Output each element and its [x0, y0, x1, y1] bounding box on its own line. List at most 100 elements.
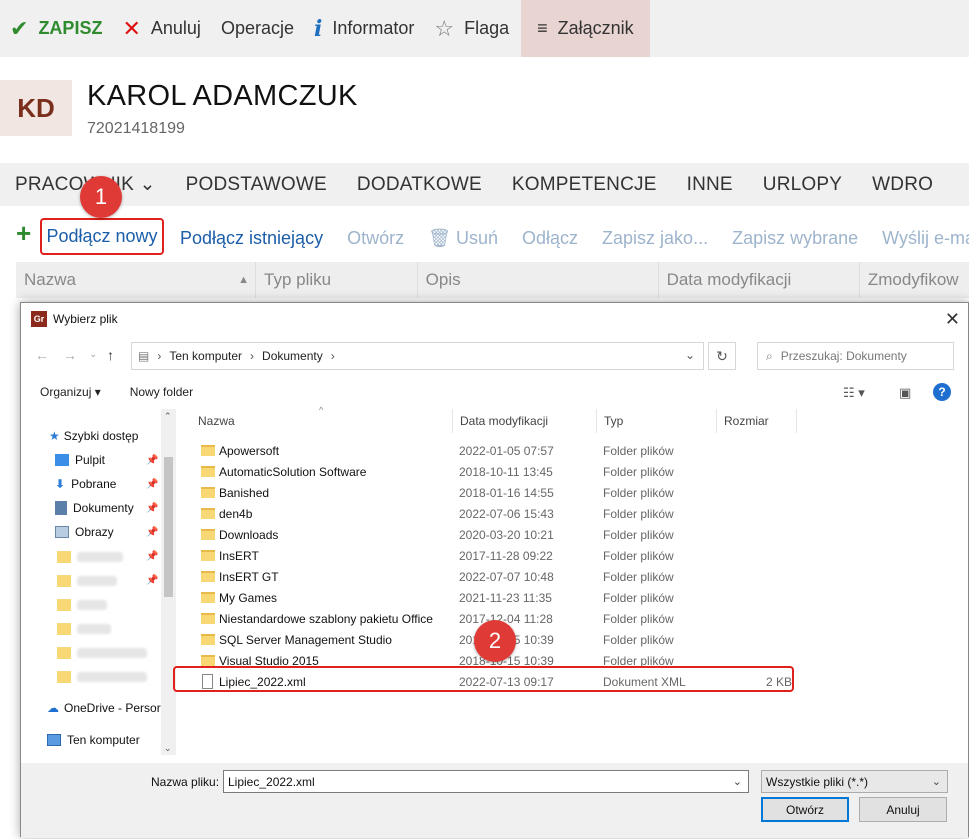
chevron-down-icon: ⌄ [139, 174, 156, 195]
file-type: Folder plików [603, 632, 674, 647]
pin-icon: 📌 [146, 503, 159, 514]
file-row[interactable]: AutomaticSolution Software 2018-10-11 13:… [191, 461, 791, 482]
nav-item-folder[interactable] [57, 575, 117, 587]
nav-item-pictures[interactable]: Obrazy [55, 525, 114, 539]
col-header-date[interactable]: Data modyfikacji [453, 409, 597, 433]
folder-icon [201, 613, 215, 624]
file-row[interactable]: My Games 2021-11-23 11:35 Folder plików [191, 587, 791, 608]
command-bar: Organizuj ▾ Nowy folder ☷ ▾ ▣ ? [21, 377, 968, 407]
tab-kompetencje[interactable]: KOMPETENCJE [497, 174, 672, 196]
search-input[interactable]: ⌕ Przeszukaj: Dokumenty [757, 342, 954, 370]
col-header-type[interactable]: Typ [597, 409, 717, 433]
nav-item-folder[interactable] [57, 623, 111, 635]
chevron-down-icon[interactable]: ⌄ [733, 775, 742, 788]
address-bar[interactable]: ▤ › Ten komputer › Dokumenty › ⌄ [131, 342, 704, 370]
attachment-button[interactable]: ≡ Załącznik [521, 0, 650, 57]
nav-item-folder[interactable] [57, 647, 147, 659]
cancel-dialog-button[interactable]: Anuluj [859, 797, 947, 822]
col-header-size[interactable]: Rozmiar [717, 409, 797, 433]
pin-icon: 📌 [146, 455, 159, 466]
col-description[interactable]: Opis [418, 262, 659, 298]
nav-item-downloads[interactable]: ⬇ Pobrane [55, 477, 116, 491]
file-row[interactable]: InsERT GT 2022-07-07 10:48 Folder plików [191, 566, 791, 587]
scroll-down-icon[interactable]: ⌄ [164, 743, 172, 754]
tab-dodatkowe[interactable]: DODATKOWE [342, 174, 497, 196]
chevron-down-icon[interactable]: ⌄ [685, 348, 695, 362]
checkmark-icon: ✔ [10, 15, 29, 41]
col-name[interactable]: Nazwa ▲ [16, 262, 256, 298]
cancel-button[interactable]: ✕ Anuluj [112, 0, 210, 57]
file-list: ^ Nazwa Data modyfikacji Typ Rozmiar Apo… [191, 405, 968, 798]
file-row[interactable]: den4b 2022-07-06 15:43 Folder plików [191, 503, 791, 524]
nav-onedrive[interactable]: ☁ OneDrive - Persor [47, 701, 161, 715]
file-name: InsERT GT [219, 569, 279, 584]
save-button[interactable]: ✔ ZAPISZ [0, 0, 112, 57]
folder-icon [201, 466, 215, 477]
file-row[interactable]: Banished 2018-01-16 14:55 Folder plików [191, 482, 791, 503]
chevron-down-icon[interactable]: ⌄ [89, 349, 97, 360]
flag-button[interactable]: ☆ Flaga [424, 0, 519, 57]
save-selected-button[interactable]: Zapisz wybrane [720, 228, 870, 249]
col-header-name[interactable]: Nazwa [191, 409, 453, 433]
scroll-up-icon[interactable]: ⌃ [164, 411, 172, 422]
col-modified-date[interactable]: Data modyfikacji [659, 262, 860, 298]
open-button[interactable]: Otwórz [335, 228, 416, 249]
nav-label: OneDrive - Persor [64, 701, 161, 715]
file-type-select[interactable]: Wszystkie pliki (*.*) ⌄ [761, 770, 948, 793]
open-file-button[interactable]: Otwórz [761, 797, 849, 822]
operations-button[interactable]: Operacje [211, 0, 304, 57]
up-arrow-icon[interactable]: ↑ [107, 347, 114, 363]
tab-inne[interactable]: INNE [672, 174, 748, 196]
path-this-pc[interactable]: Ten komputer [169, 349, 242, 363]
nav-this-pc[interactable]: Ten komputer [47, 733, 140, 747]
file-row[interactable]: Downloads 2020-03-20 10:21 Folder plików [191, 524, 791, 545]
file-row[interactable]: Apowersoft 2022-01-05 07:57 Folder plików [191, 440, 791, 461]
file-type: Folder plików [603, 485, 674, 500]
nav-quick-access[interactable]: ★ Szybki dostęp [49, 429, 138, 443]
file-name: SQL Server Management Studio [219, 632, 392, 647]
tab-wdro[interactable]: WDRO [857, 174, 948, 196]
tab-podstawowe[interactable]: PODSTAWOWE [171, 174, 342, 196]
attachment-label: Załącznik [557, 18, 634, 38]
file-name: Apowersoft [219, 443, 280, 458]
new-folder-button[interactable]: Nowy folder [120, 385, 203, 399]
nav-label: Obrazy [75, 525, 114, 539]
file-row[interactable]: InsERT 2017-11-28 09:22 Folder plików [191, 545, 791, 566]
filename-input[interactable]: Lipiec_2022.xml ⌄ [223, 770, 749, 793]
close-icon[interactable]: ✕ [945, 309, 960, 330]
refresh-button[interactable]: ↻ [708, 342, 736, 370]
cloud-icon: ☁ [47, 701, 59, 715]
send-email-button[interactable]: Wyślij e-maile [870, 228, 969, 249]
detach-button[interactable]: Odłącz [510, 228, 590, 249]
folder-small-icon: ▤ [138, 349, 150, 363]
path-documents[interactable]: Dokumenty [262, 349, 323, 363]
col-modified-by[interactable]: Zmodyfikow [860, 262, 969, 298]
save-as-button[interactable]: Zapisz jako... [590, 228, 720, 249]
attach-existing-button[interactable]: Podłącz istniejący [168, 228, 335, 249]
file-date: 2022-07-06 15:43 [459, 506, 554, 521]
filename-value: Lipiec_2022.xml [228, 774, 315, 789]
info-button[interactable]: i Informator [304, 0, 424, 57]
view-options-icon[interactable]: ☷ ▾ [843, 385, 865, 401]
file-type: Folder plików [603, 464, 674, 479]
forward-arrow-icon[interactable]: → [63, 347, 77, 363]
tab-bar: PRACOWNIK ⌄ PODSTAWOWE DODATKOWE KOMPETE… [0, 163, 969, 206]
file-type: Folder plików [603, 569, 674, 584]
delete-button[interactable]: 🗑 Usuń [416, 228, 510, 249]
nav-item-folder[interactable] [57, 551, 123, 563]
folder-icon [201, 508, 215, 519]
nav-item-folder[interactable] [57, 599, 107, 611]
tab-urlopy[interactable]: URLOPY [748, 174, 857, 196]
nav-item-documents[interactable]: Dokumenty [55, 501, 134, 515]
back-arrow-icon[interactable]: ← [35, 347, 49, 363]
help-icon[interactable]: ? [933, 383, 951, 401]
nav-scrollbar-thumb[interactable] [164, 457, 173, 597]
organize-button[interactable]: Organizuj ▾ [30, 385, 111, 399]
blurred-label [77, 552, 123, 562]
file-type: Folder plików [603, 548, 674, 563]
col-type[interactable]: Typ pliku [256, 262, 418, 298]
path-separator: › [330, 349, 335, 363]
preview-pane-icon[interactable]: ▣ [899, 385, 911, 401]
nav-item-folder[interactable] [57, 671, 147, 683]
dialog-title: Wybierz plik [53, 312, 118, 326]
